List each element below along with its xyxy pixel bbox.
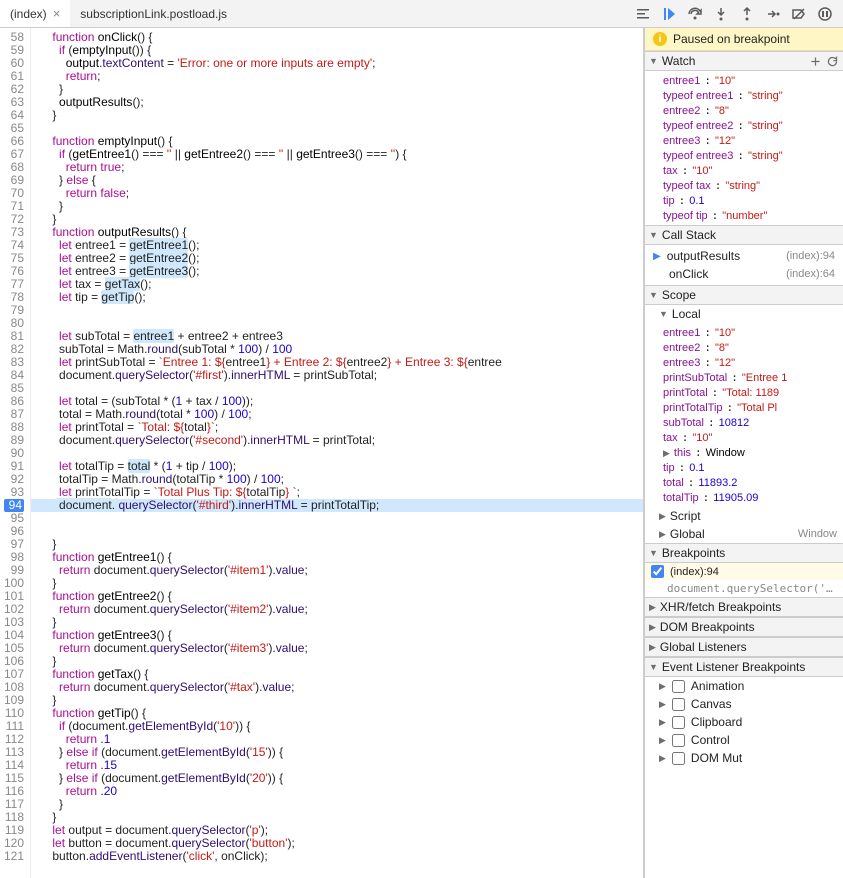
watch-row[interactable]: tip: 0.1 [645, 193, 843, 208]
watch-row[interactable]: typeof entree2: "string" [645, 118, 843, 133]
refresh-icon[interactable] [826, 55, 839, 68]
scope-local[interactable]: ▼Local [645, 305, 843, 323]
breakpoint-row[interactable]: (index):94 [645, 563, 843, 580]
section-title: Scope [662, 288, 696, 302]
event-category[interactable]: ▶ DOM Mut [645, 749, 843, 767]
scope-var[interactable]: printTotalTip: "Total Pl [645, 400, 843, 415]
watch-row[interactable]: entree3: "12" [645, 133, 843, 148]
tab-label: subscriptionLink.postload.js [80, 7, 227, 21]
event-category[interactable]: ▶ Animation [645, 677, 843, 695]
code-area[interactable]: function onClick() { if (emptyInput()) {… [31, 28, 643, 878]
info-icon: i [653, 32, 667, 46]
step-into-icon[interactable] [713, 6, 729, 22]
callstack-header[interactable]: ▼ Call Stack [645, 225, 843, 245]
tab-bar: (index) × subscriptionLink.postload.js [0, 0, 843, 28]
watch-row[interactable]: entree1: "10" [645, 73, 843, 88]
scope-header[interactable]: ▼ Scope [645, 285, 843, 305]
scope-body: entree1: "10"entree2: "8"entree3: "12"pr… [645, 323, 843, 507]
event-category[interactable]: ▶ Canvas [645, 695, 843, 713]
format-icon[interactable] [635, 6, 651, 22]
chevron-down-icon: ▼ [649, 290, 658, 300]
chevron-down-icon: ▼ [649, 56, 658, 66]
breakpoint-code: document.querySelector('… [645, 580, 843, 597]
watch-row[interactable]: typeof tax: "string" [645, 178, 843, 193]
callstack-frame[interactable]: ▶outputResults(index):94 [645, 247, 843, 265]
watch-row[interactable]: typeof entree1: "string" [645, 88, 843, 103]
scope-var[interactable]: entree2: "8" [645, 340, 843, 355]
tab-label: (index) [10, 7, 47, 21]
event-category[interactable]: ▶ Control [645, 731, 843, 749]
step-icon[interactable] [765, 6, 781, 22]
event-body: ▶ Animation▶ Canvas▶ Clipboard▶ Control▶… [645, 677, 843, 767]
section-title: Watch [662, 54, 696, 68]
scope-var[interactable]: entree1: "10" [645, 325, 843, 340]
scope-var[interactable]: tip: 0.1 [645, 460, 843, 475]
pause-message: Paused on breakpoint [673, 32, 790, 46]
breakpoint-checkbox[interactable] [651, 565, 664, 578]
resume-icon[interactable] [661, 6, 677, 22]
scope-var[interactable]: printSubTotal: "Entree 1 [645, 370, 843, 385]
scope-global[interactable]: ▶GlobalWindow [645, 525, 843, 543]
xhr-header[interactable]: ▶XHR/fetch Breakpoints [645, 597, 843, 617]
scope-var[interactable]: tax: "10" [645, 430, 843, 445]
scope-script[interactable]: ▶Script [645, 507, 843, 525]
close-icon[interactable]: × [53, 6, 61, 21]
line-gutter: 5859606162636465666768697071727374757677… [0, 28, 31, 878]
chevron-down-icon: ▼ [649, 230, 658, 240]
code-editor[interactable]: 5859606162636465666768697071727374757677… [0, 28, 644, 878]
scope-var[interactable]: total: 11893.2 [645, 475, 843, 490]
scope-var[interactable]: subTotal: 10812 [645, 415, 843, 430]
scope-var[interactable]: printTotal: "Total: 1189 [645, 385, 843, 400]
step-over-icon[interactable] [687, 6, 703, 22]
breakpoints-header[interactable]: ▼ Breakpoints [645, 543, 843, 563]
step-out-icon[interactable] [739, 6, 755, 22]
chevron-down-icon: ▼ [649, 548, 658, 558]
deactivate-bp-icon[interactable] [791, 6, 807, 22]
scope-var[interactable]: totalTip: 11905.09 [645, 490, 843, 505]
add-icon[interactable] [809, 55, 822, 68]
callstack-body: ▶outputResults(index):94onClick(index):6… [645, 245, 843, 285]
scope-var[interactable]: entree3: "12" [645, 355, 843, 370]
pause-exceptions-icon[interactable] [817, 6, 833, 22]
watch-header[interactable]: ▼ Watch [645, 51, 843, 71]
watch-row[interactable]: tax: "10" [645, 163, 843, 178]
event-category[interactable]: ▶ Clipboard [645, 713, 843, 731]
watch-body: entree1: "10"typeof entree1: "string"ent… [645, 71, 843, 225]
tab-postload[interactable]: subscriptionLink.postload.js [70, 0, 237, 27]
pause-banner: i Paused on breakpoint [645, 28, 843, 51]
debug-sidebar: i Paused on breakpoint ▼ Watch entree1: … [644, 28, 843, 878]
section-title: Call Stack [662, 228, 716, 242]
section-title: Breakpoints [662, 546, 725, 560]
callstack-frame[interactable]: onClick(index):64 [645, 265, 843, 283]
tab-index[interactable]: (index) × [0, 0, 70, 27]
breakpoint-file: (index):94 [670, 566, 719, 578]
watch-row[interactable]: entree2: "8" [645, 103, 843, 118]
global-header[interactable]: ▶Global Listeners [645, 637, 843, 657]
event-header[interactable]: ▼Event Listener Breakpoints [645, 657, 843, 677]
watch-row[interactable]: typeof entree3: "string" [645, 148, 843, 163]
watch-row[interactable]: typeof tip: "number" [645, 208, 843, 223]
scope-var[interactable]: ▶ this: Window [645, 445, 843, 460]
dombp-header[interactable]: ▶DOM Breakpoints [645, 617, 843, 637]
